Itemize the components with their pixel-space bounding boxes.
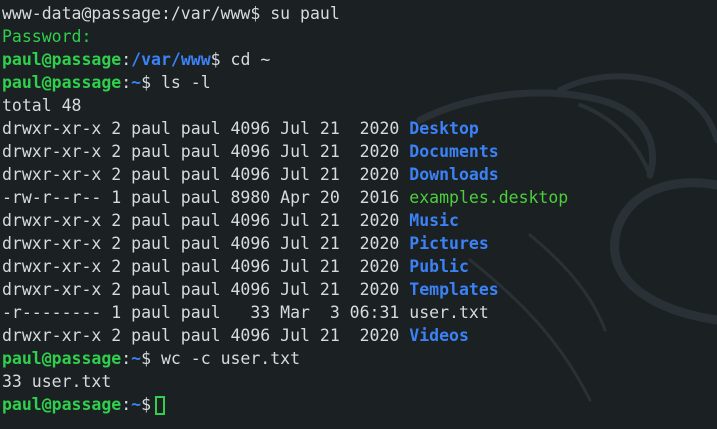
file-name: Templates: [409, 280, 499, 299]
file-name: Documents: [409, 142, 499, 161]
prompt-path: /var/www: [131, 50, 211, 69]
prompt-dollar: $: [210, 50, 221, 69]
file-row: drwxr-xr-x 2 paul paul 4096 Jul 21 2020 …: [2, 117, 717, 140]
text-cursor[interactable]: [155, 396, 166, 415]
output-line: total 48: [2, 94, 717, 117]
prompt-line: paul@passage:~$ wc -c user.txt: [2, 347, 717, 370]
file-name: user.txt: [409, 303, 489, 322]
prompt-user: paul@passage: [2, 73, 122, 92]
prompt-user: paul@passage: [2, 395, 122, 414]
file-meta: drwxr-xr-x 2 paul paul 4096 Jul 21 2020: [2, 142, 410, 161]
file-row: drwxr-xr-x 2 paul paul 4096 Jul 21 2020 …: [2, 278, 717, 301]
file-meta: drwxr-xr-x 2 paul paul 4096 Jul 21 2020: [2, 257, 410, 276]
file-name: Videos: [409, 326, 469, 345]
file-row: drwxr-xr-x 2 paul paul 4096 Jul 21 2020 …: [2, 163, 717, 186]
file-name: Pictures: [409, 234, 489, 253]
file-row: -rw-r--r-- 1 paul paul 8980 Apr 20 2016 …: [2, 186, 717, 209]
file-meta: drwxr-xr-x 2 paul paul 4096 Jul 21 2020: [2, 326, 410, 345]
prompt-colon: :: [121, 50, 132, 69]
file-meta: -r-------- 1 paul paul 33 Mar 3 06:31: [2, 303, 410, 322]
file-row: drwxr-xr-x 2 paul paul 4096 Jul 21 2020 …: [2, 255, 717, 278]
prompt-dollar: $: [141, 73, 152, 92]
prompt-line: paul@passage:/var/www$ cd ~: [2, 48, 717, 71]
output-text: Password:: [2, 27, 92, 46]
terminal-window[interactable]: www-data@passage:/var/www$ su paul Passw…: [2, 2, 717, 429]
prompt-user: paul@passage: [2, 349, 122, 368]
file-row: drwxr-xr-x 2 paul paul 4096 Jul 21 2020 …: [2, 209, 717, 232]
file-name: Public: [409, 257, 469, 276]
prompt-line: paul@passage:~$ ls -l: [2, 71, 717, 94]
file-name: Desktop: [409, 119, 479, 138]
file-name: Music: [409, 211, 459, 230]
prompt-colon: :: [121, 395, 132, 414]
file-meta: drwxr-xr-x 2 paul paul 4096 Jul 21 2020: [2, 280, 410, 299]
file-row: -r-------- 1 paul paul 33 Mar 3 06:31 us…: [2, 301, 717, 324]
command-text: wc -c user.txt: [151, 349, 301, 368]
prompt-colon: :: [121, 73, 132, 92]
file-meta: -rw-r--r-- 1 paul paul 8980 Apr 20 2016: [2, 188, 410, 207]
terminal-line: www-data@passage:/var/www$ su paul: [2, 2, 717, 25]
prompt-path: ~: [131, 73, 142, 92]
file-row: drwxr-xr-x 2 paul paul 4096 Jul 21 2020 …: [2, 232, 717, 255]
command-text: ls -l: [151, 73, 211, 92]
prompt-dollar: $: [141, 395, 152, 414]
file-meta: drwxr-xr-x 2 paul paul 4096 Jul 21 2020: [2, 211, 410, 230]
prompt-path: ~: [131, 395, 142, 414]
output-text: total 48: [2, 96, 82, 115]
command-text: www-data@passage:/var/www$ su paul: [2, 4, 340, 23]
output-text: 33 user.txt: [2, 372, 112, 391]
prompt-line[interactable]: paul@passage:~$: [2, 393, 717, 416]
command-text: cd ~: [220, 50, 271, 69]
terminal-line: Password:: [2, 25, 717, 48]
file-name: Downloads: [409, 165, 499, 184]
file-meta: drwxr-xr-x 2 paul paul 4096 Jul 21 2020: [2, 165, 410, 184]
file-row: drwxr-xr-x 2 paul paul 4096 Jul 21 2020 …: [2, 324, 717, 347]
prompt-dollar: $: [141, 349, 152, 368]
file-meta: drwxr-xr-x 2 paul paul 4096 Jul 21 2020: [2, 119, 410, 138]
output-line: 33 user.txt: [2, 370, 717, 393]
prompt-user: paul@passage: [2, 50, 122, 69]
file-name: examples.desktop: [409, 188, 569, 207]
file-meta: drwxr-xr-x 2 paul paul 4096 Jul 21 2020: [2, 234, 410, 253]
prompt-colon: :: [121, 349, 132, 368]
file-row: drwxr-xr-x 2 paul paul 4096 Jul 21 2020 …: [2, 140, 717, 163]
prompt-path: ~: [131, 349, 142, 368]
